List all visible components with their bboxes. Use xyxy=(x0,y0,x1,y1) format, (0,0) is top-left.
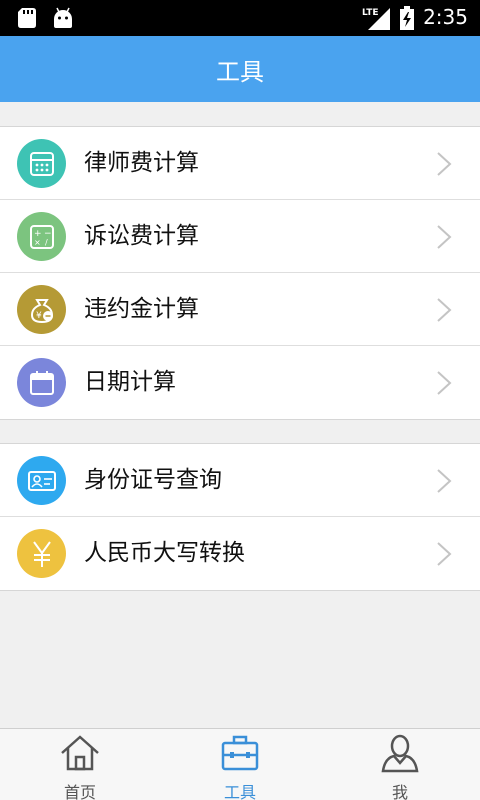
list-item-label: 违约金计算 xyxy=(84,296,199,322)
list-item-litigation-fee[interactable]: + − × / 诉讼费计算 xyxy=(0,200,480,273)
svg-text:×: × xyxy=(34,238,41,247)
status-bar: LTE 2:35 xyxy=(0,0,480,36)
math-ops-icon: + − × / xyxy=(17,212,66,261)
tab-me[interactable]: 我 xyxy=(320,729,480,800)
list-item-label: 日期计算 xyxy=(84,369,176,395)
list-item-penalty[interactable]: ¥ 违约金计算 xyxy=(0,273,480,346)
yuan-icon xyxy=(17,529,66,578)
svg-text:/: / xyxy=(45,238,48,247)
list-item-lawyer-fee[interactable]: 律师费计算 xyxy=(0,127,480,200)
money-bag-icon: ¥ xyxy=(17,285,66,334)
chevron-right-icon xyxy=(437,298,452,322)
chevron-right-icon xyxy=(437,542,452,566)
id-card-icon xyxy=(17,456,66,505)
bottom-tab-bar: 首页 工具 我 xyxy=(0,728,480,800)
chevron-right-icon xyxy=(437,225,452,249)
list-item-rmb-convert[interactable]: 人民币大写转换 xyxy=(0,517,480,590)
page-title: 工具 xyxy=(216,57,264,86)
tab-tools[interactable]: 工具 xyxy=(160,729,320,800)
status-time: 2:35 xyxy=(423,5,468,29)
list-item-label: 人民币大写转换 xyxy=(84,540,245,566)
chevron-right-icon xyxy=(437,371,452,395)
tool-group-calculations: 律师费计算 + − × / 诉讼费计算 ¥ 违约金计算 日期计算 xyxy=(0,126,480,420)
calculator-icon xyxy=(17,139,66,188)
chevron-right-icon xyxy=(437,469,452,493)
app-header: 工具 xyxy=(0,36,480,102)
list-item-label: 律师费计算 xyxy=(84,150,199,176)
svg-text:LTE: LTE xyxy=(362,8,379,18)
list-item-date-calc[interactable]: 日期计算 xyxy=(0,346,480,419)
list-item-label: 诉讼费计算 xyxy=(84,223,199,249)
toolbox-icon xyxy=(221,735,259,771)
list-item-label: 身份证号查询 xyxy=(84,467,222,493)
tab-label: 工具 xyxy=(223,783,256,800)
tab-home[interactable]: 首页 xyxy=(0,729,160,800)
android-icon xyxy=(54,7,72,28)
chevron-right-icon xyxy=(437,152,452,176)
battery-charging-icon xyxy=(400,6,414,30)
tool-group-lookups: 身份证号查询 人民币大写转换 xyxy=(0,443,480,591)
lte-signal-icon: LTE xyxy=(362,8,390,30)
list-item-id-lookup[interactable]: 身份证号查询 xyxy=(0,444,480,517)
user-icon xyxy=(381,734,419,773)
home-icon xyxy=(61,735,99,771)
svg-text:¥: ¥ xyxy=(36,311,42,321)
tab-label: 首页 xyxy=(63,783,96,800)
sd-card-icon xyxy=(18,8,36,28)
calendar-icon xyxy=(17,358,66,407)
tab-label: 我 xyxy=(391,783,408,800)
